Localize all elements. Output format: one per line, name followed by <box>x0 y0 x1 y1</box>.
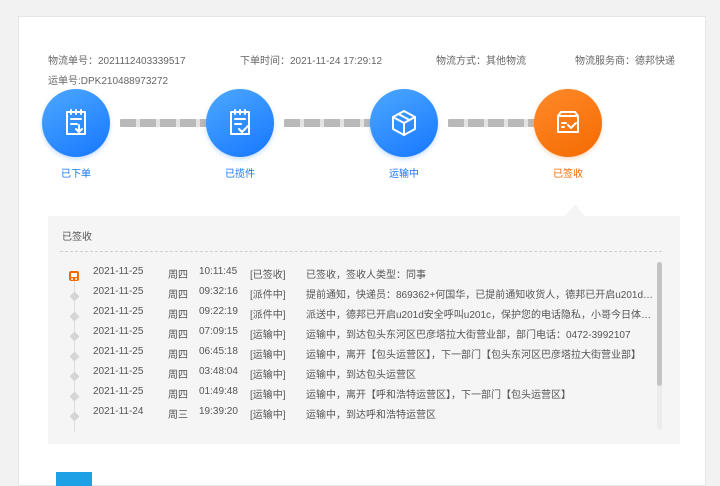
row-description: 运输中，到达包头东河区巴彦塔拉大街营业部，部门电话：0472-3992107 <box>306 330 631 341</box>
row-time: 09:32:16 <box>199 286 238 297</box>
panel-divider <box>60 251 662 252</box>
row-time: 07:09:15 <box>199 326 238 337</box>
tracking-row: 2021-11-25 周四 07:09:15 [运输中] 运输中，到达包头东河区… <box>48 322 658 342</box>
row-date: 2021-11-25 <box>93 286 144 297</box>
tracking-row: 2021-11-25 周四 09:22:19 [派件中] 派送中，德邦已开启u2… <box>48 302 658 322</box>
row-time: 03:48:04 <box>199 366 238 377</box>
row-time: 01:49:48 <box>199 386 238 397</box>
tracking-status-title: 已签收 <box>62 232 92 243</box>
row-weekday: 周四 <box>168 350 188 361</box>
progress-connector-3 <box>448 119 540 127</box>
tracking-row: 2021-11-25 周四 09:32:16 [派件中] 提前通知，快递员：86… <box>48 282 658 302</box>
row-time: 06:45:18 <box>199 346 238 357</box>
tracking-panel: 已签收 2021-11-25 周四 10:11:45 [已签收] 已签收，签收人… <box>48 216 680 444</box>
row-date: 2021-11-25 <box>93 266 144 277</box>
panel-pointer <box>565 204 585 216</box>
step-in-transit: 运输中 <box>364 89 444 180</box>
row-date: 2021-11-25 <box>93 386 144 397</box>
carrier: 物流服务商：德邦快递 <box>575 56 675 67</box>
row-date: 2021-11-25 <box>93 366 144 377</box>
row-status: [运输中] <box>250 370 286 381</box>
order-number: 物流单号：2021112403339517 <box>48 56 186 67</box>
row-weekday: 周四 <box>168 370 188 381</box>
row-status: [派件中] <box>250 290 286 301</box>
tracking-row: 2021-11-25 周四 03:48:04 [运输中] 运输中，到达包头运营区 <box>48 362 658 382</box>
row-description: 已签收，签收人类型：同事 <box>306 270 426 281</box>
row-time: 19:39:20 <box>199 406 238 417</box>
row-date: 2021-11-25 <box>93 306 144 317</box>
row-status: [运输中] <box>250 390 286 401</box>
progress-connector-2 <box>284 119 376 127</box>
signed-inbox-icon <box>534 89 602 157</box>
row-weekday: 周三 <box>168 410 188 421</box>
step-label-in-transit: 运输中 <box>389 169 419 180</box>
waybill-number: 运单号:DPK210488973272 <box>48 76 169 87</box>
step-picked-up: 已揽件 <box>200 89 280 180</box>
scrollbar-thumb[interactable] <box>657 262 662 386</box>
row-description: 运输中，到达呼和浩特运营区 <box>306 410 436 421</box>
row-description: 运输中，离开【包头运营区】，下一部门【包头东河区巴彦塔拉大街营业部】 <box>306 350 641 361</box>
step-ordered: 已下单 <box>36 89 116 180</box>
row-status: [已签收] <box>250 270 286 281</box>
order-time: 下单时间：2021-11-24 17:29:12 <box>240 56 383 67</box>
package-box-icon <box>370 89 438 157</box>
row-weekday: 周四 <box>168 390 188 401</box>
row-weekday: 周四 <box>168 330 188 341</box>
tracking-row: 2021-11-25 周四 01:49:48 [运输中] 运输中，离开【呼和浩特… <box>48 382 658 402</box>
row-description: 派送中，德邦已开启u201d安全呼叫u201c，保护您的电话隐私，小哥今日体温正… <box>306 310 658 321</box>
row-time: 10:11:45 <box>199 266 238 277</box>
tracking-scrollbar[interactable] <box>657 262 662 430</box>
row-date: 2021-11-24 <box>93 406 144 417</box>
step-label-picked-up: 已揽件 <box>225 169 255 180</box>
progress-connector-1 <box>120 119 212 127</box>
row-description: 提前通知，快递员：869362+何国华，已提前通知收货人，德邦已开启u201d安… <box>306 290 658 301</box>
shipping-method: 物流方式：其他物流 <box>436 56 526 67</box>
step-label-signed: 已签收 <box>553 169 583 180</box>
row-weekday: 周四 <box>168 310 188 321</box>
row-date: 2021-11-25 <box>93 326 144 337</box>
row-weekday: 周四 <box>168 270 188 281</box>
tracking-row: 2021-11-24 周三 19:39:20 [运输中] 运输中，到达呼和浩特运… <box>48 402 658 422</box>
row-status: [运输中] <box>250 350 286 361</box>
order-document-icon <box>42 89 110 157</box>
row-date: 2021-11-25 <box>93 346 144 357</box>
row-description: 运输中，到达包头运营区 <box>306 370 416 381</box>
tracking-row: 2021-11-25 周四 10:11:45 [已签收] 已签收，签收人类型：同… <box>48 262 658 282</box>
step-label-ordered: 已下单 <box>61 169 91 180</box>
row-weekday: 周四 <box>168 290 188 301</box>
step-signed: 已签收 <box>528 89 608 180</box>
row-status: [派件中] <box>250 310 286 321</box>
checked-clipboard-icon <box>206 89 274 157</box>
row-status: [运输中] <box>250 330 286 341</box>
row-description: 运输中，离开【呼和浩特运营区】，下一部门【包头运营区】 <box>306 390 571 401</box>
row-status: [运输中] <box>250 410 286 421</box>
tracking-row: 2021-11-25 周四 06:45:18 [运输中] 运输中，离开【包头运营… <box>48 342 658 362</box>
row-time: 09:22:19 <box>199 306 238 317</box>
